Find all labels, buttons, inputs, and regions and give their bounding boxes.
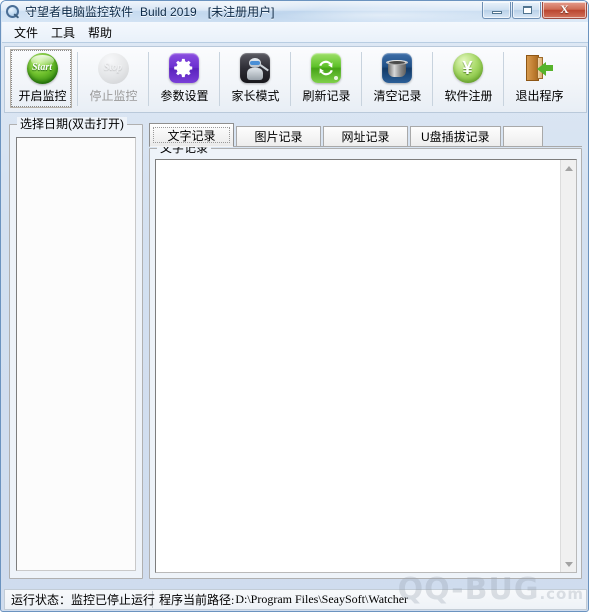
tab-label-url-records: 网址记录 — [341, 130, 390, 144]
trash-icon — [381, 53, 414, 85]
toolbar-label-exit: 退出程序 — [515, 89, 564, 103]
toolbar-button-register[interactable]: ¥ 软件注册 — [433, 49, 504, 110]
date-panel-title: 选择日期(双击打开) — [17, 117, 127, 131]
close-button[interactable]: X — [542, 2, 587, 19]
maximize-icon — [523, 6, 532, 14]
menu-item-file[interactable]: 文件 — [8, 22, 45, 43]
tab-text-records[interactable]: 文字记录 — [149, 123, 234, 147]
toolbar-label-clear-records: 清空记录 — [373, 89, 422, 103]
minimize-button[interactable] — [482, 2, 511, 19]
refresh-icon — [310, 53, 343, 85]
tab-focus-indicator — [153, 127, 230, 143]
date-listbox[interactable] — [16, 137, 136, 571]
toolbar: Start 开启监控 Stop 停止监控 参数设置 家长模式 刷新记录 清空记录… — [4, 46, 587, 113]
log-textarea[interactable] — [155, 159, 577, 573]
status-program-path: 程序当前路径: D:\Program Files\SeaySoft\Watcher — [153, 591, 414, 608]
tab-strip-filler — [502, 126, 543, 146]
log-panel: 文字记录 — [149, 141, 582, 579]
parent-robot-icon — [239, 53, 272, 85]
tab-label-image-records: 图片记录 — [254, 130, 303, 144]
close-icon: X — [560, 2, 569, 16]
minimize-icon — [492, 11, 502, 14]
window-controls: X — [481, 2, 587, 19]
log-vertical-scrollbar[interactable] — [560, 160, 576, 572]
status-path-label: 程序当前路径: — [159, 593, 235, 607]
status-path-value: D:\Program Files\SeaySoft\Watcher — [235, 592, 409, 606]
toolbar-button-parent-mode[interactable]: 家长模式 — [220, 49, 291, 110]
exit-door-icon — [524, 53, 556, 85]
toolbar-button-refresh-records[interactable]: 刷新记录 — [291, 49, 362, 110]
status-bar: 运行状态：监控已停止运行 程序当前路径: D:\Program Files\Sea… — [4, 589, 587, 610]
window-title: 守望者电脑监控软件 Build 2019 [未注册用户] — [25, 3, 274, 20]
maximize-button[interactable] — [512, 2, 541, 19]
toolbar-label-refresh-records: 刷新记录 — [302, 89, 351, 103]
tab-strip: 文字记录 图片记录 网址记录 U盘插拔记录 — [149, 123, 582, 147]
stop-orb-icon: Stop — [97, 53, 130, 85]
toolbar-button-stop-monitor[interactable]: Stop 停止监控 — [78, 49, 149, 110]
toolbar-label-settings: 参数设置 — [160, 89, 209, 103]
date-panel: 选择日期(双击打开) — [9, 117, 143, 579]
scroll-up-arrow-icon[interactable] — [561, 160, 576, 176]
toolbar-button-settings[interactable]: 参数设置 — [149, 49, 220, 110]
toolbar-button-clear-records[interactable]: 清空记录 — [362, 49, 433, 110]
menu-bar: 文件 工具 帮助 — [2, 22, 588, 43]
toolbar-label-register: 软件注册 — [444, 89, 493, 103]
scroll-down-arrow-icon[interactable] — [561, 556, 576, 572]
menu-item-tools[interactable]: 工具 — [45, 22, 82, 43]
window-title-registration: [未注册用户] — [207, 5, 275, 19]
tab-url-records[interactable]: 网址记录 — [323, 126, 408, 146]
title-bar: 守望者电脑监控软件 Build 2019 [未注册用户] X — [1, 1, 588, 22]
toolbar-button-start-monitor[interactable]: Start 开启监控 — [7, 49, 78, 110]
toolbar-label-stop-monitor: 停止监控 — [89, 89, 138, 103]
start-orb-icon: Start — [26, 53, 59, 85]
client-area: 选择日期(双击打开) 文字记录 图片记录 网址记录 U盘插拔记录 文字记录 — [4, 117, 587, 586]
tab-label-usb-records: U盘插拔记录 — [421, 130, 490, 144]
application-window: 守望者电脑监控软件 Build 2019 [未注册用户] X 文件 工具 帮助 St… — [0, 0, 589, 612]
window-title-build: Build 2019 — [140, 5, 197, 19]
status-run-state: 运行状态：监控已停止运行 — [5, 591, 155, 608]
toolbar-label-parent-mode: 家长模式 — [231, 89, 280, 103]
tab-image-records[interactable]: 图片记录 — [236, 126, 321, 146]
tab-usb-records[interactable]: U盘插拔记录 — [410, 126, 501, 146]
toolbar-button-exit[interactable]: 退出程序 — [504, 49, 575, 110]
magnifier-icon — [5, 4, 21, 20]
menu-item-help[interactable]: 帮助 — [82, 22, 119, 43]
window-title-main: 守望者电脑监控软件 — [25, 5, 134, 19]
gear-icon — [168, 53, 201, 85]
yen-coin-icon: ¥ — [452, 53, 485, 85]
